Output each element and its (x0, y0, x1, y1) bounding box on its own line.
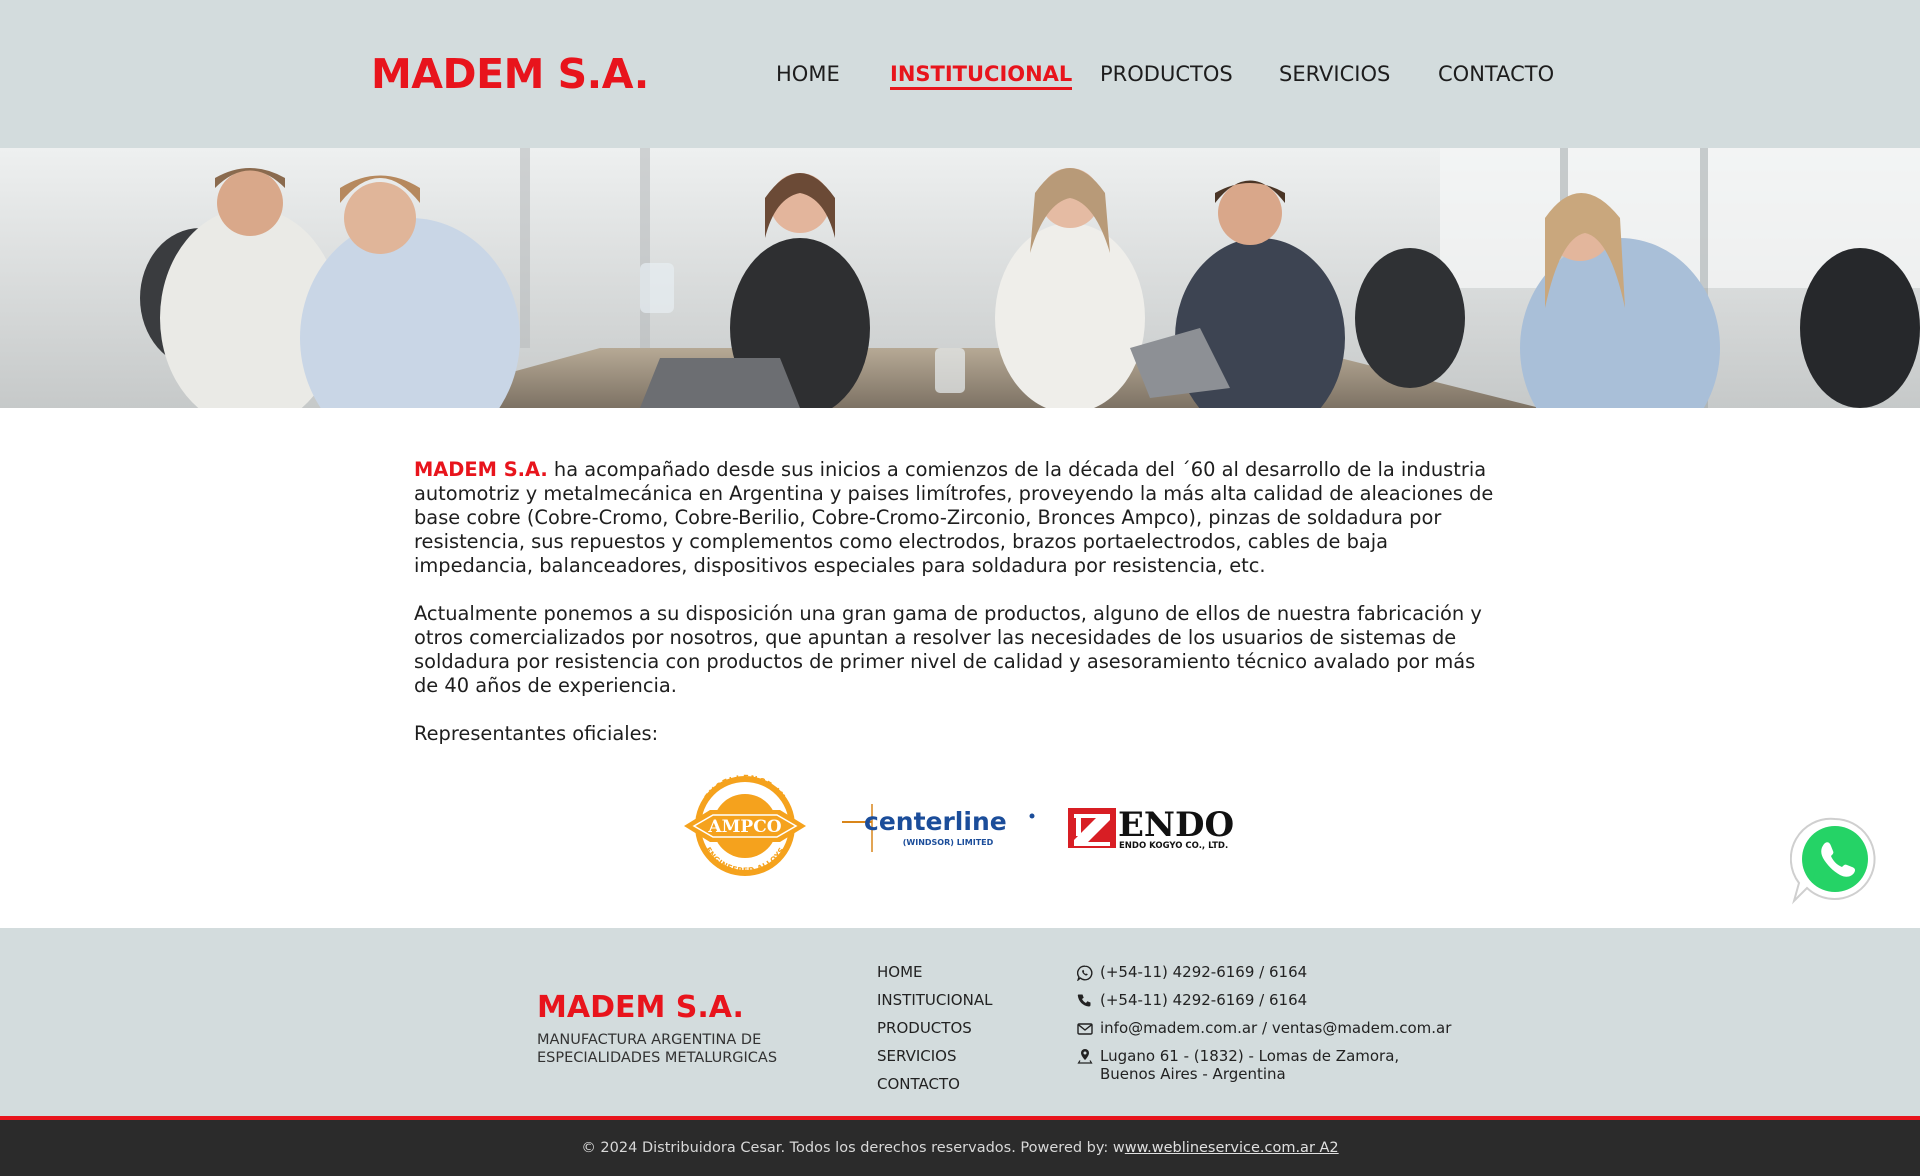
nav-institucional[interactable]: INSTITUCIONAL (890, 62, 1073, 90)
footer-nav-productos[interactable]: PRODUCTOS (877, 1014, 992, 1042)
centerline-logo[interactable]: centerline (WINDSOR) LIMITED (842, 800, 1038, 856)
endo-sub: ENDO KOGYO CO., LTD. (1119, 841, 1228, 851)
centerline-name: centerline (864, 807, 1007, 836)
location-icon (1077, 1049, 1093, 1064)
institutional-text: MADEM S.A. ha acompañado desde sus inici… (414, 458, 1504, 770)
footer-nav-institucional[interactable]: INSTITUCIONAL (877, 986, 992, 1014)
brand-name: MADEM S.A. (414, 458, 548, 481)
footer-logo[interactable]: MADEM S.A. (537, 990, 744, 1025)
main-nav: HOME INSTITUCIONAL PRODUCTOS SERVICIOS C… (0, 62, 1920, 92)
copyright-bar: © 2024 Distribuidora Cesar. Todos los de… (0, 1120, 1920, 1176)
address-line-1: Lugano 61 - (1832) - Lomas de Zamora, (1100, 1047, 1400, 1065)
whatsapp-icon (1077, 965, 1093, 981)
paragraph-intro: MADEM S.A. ha acompañado desde sus inici… (414, 458, 1504, 578)
phone-icon (1077, 994, 1091, 1007)
footer-nav-contacto[interactable]: CONTACTO (877, 1070, 992, 1098)
whatsapp-float-button[interactable] (1790, 815, 1880, 905)
nav-home[interactable]: HOME (776, 62, 840, 86)
nav-servicios[interactable]: SERVICIOS (1279, 62, 1390, 86)
footer-tagline: MANUFACTURA ARGENTINA DE ESPECIALIDADES … (537, 1032, 778, 1066)
footer-nav-servicios[interactable]: SERVICIOS (877, 1042, 992, 1070)
contact-address: Lugano 61 - (1832) - Lomas de Zamora, Bu… (1077, 1042, 1451, 1083)
paragraph-intro-text: ha acompañado desde sus inicios a comien… (414, 458, 1494, 577)
office-meeting-photo (0, 148, 1920, 408)
representatives-heading: Representantes oficiales: (414, 722, 659, 745)
powered-by-link[interactable]: ww.weblineservice.com.ar A2 (1125, 1140, 1339, 1156)
phone-number: (+54-11) 4292-6169 / 6164 (1100, 991, 1308, 1009)
whatsapp-number: (+54-11) 4292-6169 / 6164 (1100, 963, 1308, 981)
nav-contacto[interactable]: CONTACTO (1438, 62, 1554, 86)
endo-logo[interactable]: ENDO ENDO KOGYO CO., LTD. (1068, 804, 1238, 854)
site-footer: MADEM S.A. MANUFACTURA ARGENTINA DE ESPE… (0, 928, 1920, 1118)
footer-nav: HOME INSTITUCIONAL PRODUCTOS SERVICIOS C… (877, 958, 992, 1098)
site-header: MADEM S.A. HOME INSTITUCIONAL PRODUCTOS … (0, 0, 1920, 148)
contact-whatsapp[interactable]: (+54-11) 4292-6169 / 6164 (1077, 958, 1451, 986)
centerline-sub: (WINDSOR) LIMITED (903, 838, 994, 847)
email-addresses: info@madem.com.ar / ventas@madem.com.ar (1100, 1019, 1452, 1037)
copyright-text: © 2024 Distribuidora Cesar. Todos los de… (581, 1140, 1125, 1156)
ampco-logo[interactable]: EXCELLENCE IN ENGINEERED ALLOYS AMPCO (680, 768, 810, 878)
contact-email[interactable]: info@madem.com.ar / ventas@madem.com.ar (1077, 1014, 1451, 1042)
endo-name: ENDO (1118, 805, 1234, 845)
contact-phone[interactable]: (+54-11) 4292-6169 / 6164 (1077, 986, 1451, 1014)
nav-productos[interactable]: PRODUCTOS (1100, 62, 1233, 86)
paragraph-products: Actualmente ponemos a su disposición una… (414, 602, 1482, 697)
mail-icon (1077, 1023, 1093, 1035)
representatives-logos: EXCELLENCE IN ENGINEERED ALLOYS AMPCO ce… (0, 768, 1920, 878)
address-line-2: Buenos Aires - Argentina (1100, 1065, 1286, 1083)
footer-contact: (+54-11) 4292-6169 / 6164 (+54-11) 4292-… (1077, 958, 1451, 1083)
footer-nav-home[interactable]: HOME (877, 958, 992, 986)
hero-image (0, 148, 1920, 408)
ampco-center: AMPCO (707, 817, 781, 837)
